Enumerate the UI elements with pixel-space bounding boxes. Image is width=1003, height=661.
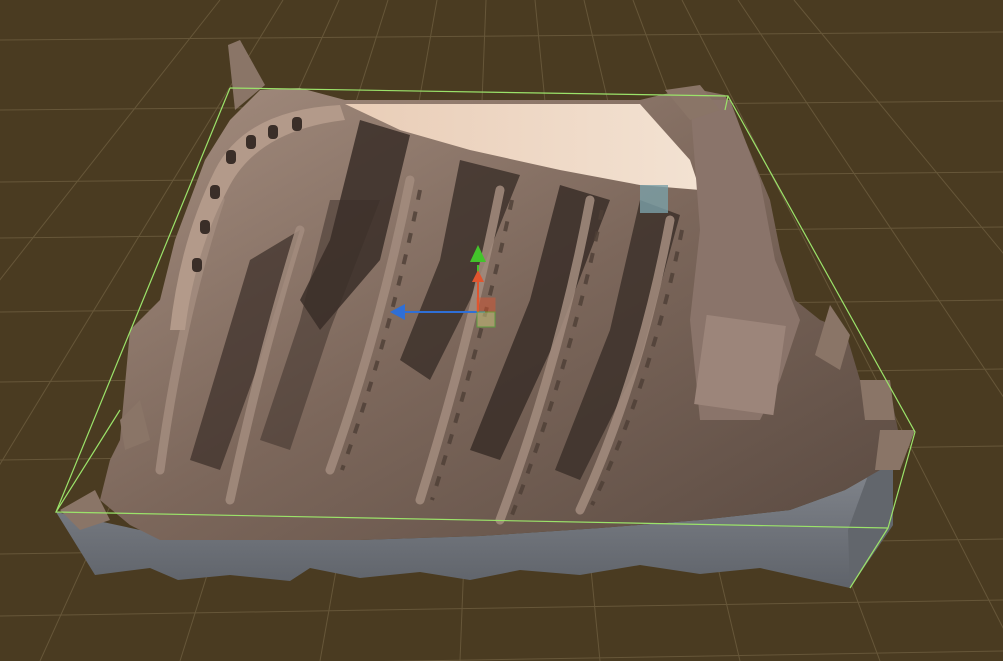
- gizmo-xy-plane-handle[interactable]: [476, 311, 496, 328]
- grid-line: [383, 650, 1003, 661]
- scene-viewport[interactable]: [0, 0, 1003, 661]
- grid-line: [0, 599, 1003, 617]
- gizmo-xz-plane-handle[interactable]: [476, 297, 496, 313]
- window-glass: [640, 185, 668, 213]
- scene-canvas[interactable]: [0, 0, 1003, 661]
- right-rooftop: [694, 314, 786, 416]
- grid-line: [0, 31, 1003, 41]
